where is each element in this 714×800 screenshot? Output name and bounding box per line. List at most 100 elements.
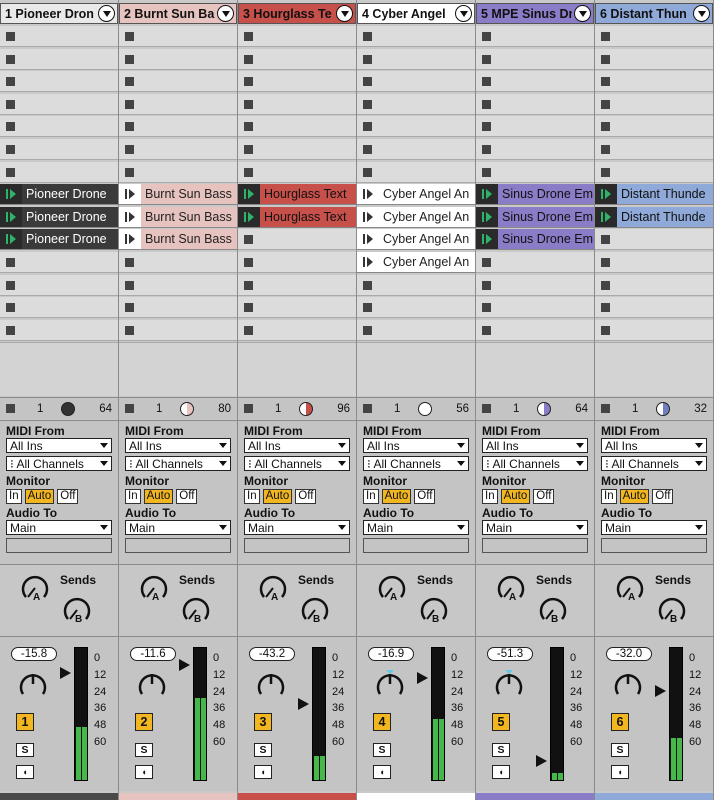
stop-button-icon[interactable] [601, 258, 610, 267]
clip-slot[interactable] [119, 93, 237, 115]
stop-button-icon[interactable] [6, 280, 15, 290]
stop-button-icon[interactable] [6, 99, 15, 109]
stop-all-icon[interactable] [6, 404, 15, 413]
clip-slot[interactable] [0, 93, 118, 115]
monitor-auto-button[interactable]: Auto [24, 489, 55, 504]
track-activator-button[interactable]: 3 [254, 713, 272, 731]
monitor-off-button[interactable]: Off [533, 489, 555, 504]
stop-button-icon[interactable] [125, 303, 134, 313]
stop-button-icon[interactable] [482, 303, 491, 313]
midi-from-select[interactable]: All Ins [363, 438, 469, 453]
stop-button-icon[interactable] [125, 54, 134, 64]
clip[interactable]: Burnt Sun Bass [119, 184, 237, 206]
stop-button-icon[interactable] [363, 54, 372, 64]
track-menu-chevron-icon[interactable] [693, 5, 710, 22]
stop-button-icon[interactable] [125, 99, 134, 109]
stop-button-icon[interactable] [363, 77, 372, 87]
clip[interactable]: Sinus Drone Em [476, 229, 594, 251]
clip-slot[interactable] [595, 116, 713, 138]
stop-button-icon[interactable] [244, 77, 253, 87]
clip-slot[interactable] [238, 274, 356, 296]
stop-button-icon[interactable] [6, 122, 15, 132]
clip-slot[interactable] [238, 252, 356, 273]
volume-fader-icon[interactable] [60, 667, 71, 679]
volume-fader-icon[interactable] [298, 698, 309, 711]
audio-to-select[interactable]: Main [6, 520, 112, 535]
monitor-off-button[interactable]: Off [295, 489, 317, 504]
stop-button-icon[interactable] [601, 325, 610, 335]
clip-launch-icon[interactable] [357, 206, 379, 227]
volume-readout[interactable]: -51.3 [487, 647, 533, 661]
clip-slot[interactable] [238, 26, 356, 47]
pan-knob[interactable] [256, 669, 286, 699]
arm-button[interactable]: ◖ [135, 765, 153, 779]
solo-button[interactable]: S [254, 743, 272, 757]
channel-select[interactable]: ⁝ All Channels [125, 456, 231, 471]
monitor-auto-button[interactable]: Auto [262, 489, 293, 504]
channel-select[interactable]: ⁝ All Channels [482, 456, 588, 471]
clip-slot[interactable] [476, 26, 594, 47]
stop-button-icon[interactable] [482, 258, 491, 267]
stop-button-icon[interactable] [6, 77, 15, 87]
stop-button-icon[interactable] [601, 303, 610, 313]
volume-fader-icon[interactable] [655, 685, 666, 698]
stop-button-icon[interactable] [244, 167, 253, 177]
arm-button[interactable]: ◖ [611, 765, 629, 779]
clip-launch-icon[interactable] [595, 184, 617, 205]
track-menu-chevron-icon[interactable] [217, 5, 234, 22]
stop-button-icon[interactable] [125, 280, 134, 290]
clip-slot[interactable] [476, 71, 594, 93]
clip-launch-icon[interactable] [119, 229, 141, 250]
monitor-off-button[interactable]: Off [414, 489, 436, 504]
stop-button-icon[interactable] [6, 303, 15, 313]
clip-slot[interactable] [119, 161, 237, 183]
volume-fader-icon[interactable] [417, 672, 428, 685]
audio-to-select[interactable]: Main [601, 520, 707, 535]
monitor-auto-button[interactable]: Auto [500, 489, 531, 504]
clip-slot[interactable] [0, 274, 118, 296]
track-activator-button[interactable]: 6 [611, 713, 629, 731]
volume-readout[interactable]: -43.2 [249, 647, 295, 661]
stop-button-icon[interactable] [244, 54, 253, 64]
clip-slot[interactable] [119, 116, 237, 138]
clip-slot[interactable] [476, 161, 594, 183]
clip-slot[interactable] [0, 161, 118, 183]
clip-slot[interactable] [238, 93, 356, 115]
clip-slot[interactable] [595, 139, 713, 160]
clip-slot[interactable] [238, 116, 356, 138]
volume-fader-icon[interactable] [536, 755, 547, 768]
clip-slot[interactable] [595, 93, 713, 115]
clip[interactable]: Cyber Angel An [357, 206, 475, 228]
clip-slot[interactable] [476, 139, 594, 160]
audio-to-select[interactable]: Main [244, 520, 350, 535]
volume-readout[interactable]: -11.6 [130, 647, 176, 661]
clip-slot[interactable] [476, 48, 594, 70]
clip-slot[interactable] [595, 297, 713, 319]
solo-button[interactable]: S [16, 743, 34, 757]
stop-button-icon[interactable] [125, 32, 134, 41]
midi-from-select[interactable]: All Ins [482, 438, 588, 453]
track-header[interactable]: 5 MPE Sinus Dr [476, 3, 594, 24]
clip-slot[interactable] [0, 71, 118, 93]
volume-readout[interactable]: -32.0 [606, 647, 652, 661]
clip-slot[interactable] [119, 26, 237, 47]
clip-slot[interactable] [595, 26, 713, 47]
solo-button[interactable]: S [135, 743, 153, 757]
audio-to-sub-select[interactable] [244, 538, 350, 553]
monitor-in-button[interactable]: In [6, 489, 22, 504]
clip-slot[interactable] [119, 139, 237, 160]
clip-launch-icon[interactable] [476, 229, 498, 250]
clip-slot[interactable] [476, 93, 594, 115]
stop-button-icon[interactable] [601, 99, 610, 109]
stop-button-icon[interactable] [601, 145, 610, 154]
clip-launch-icon[interactable] [238, 184, 260, 205]
clip-launch-icon[interactable] [476, 184, 498, 205]
track-menu-chevron-icon[interactable] [336, 5, 353, 22]
stop-button-icon[interactable] [482, 32, 491, 41]
clip-slot[interactable] [0, 297, 118, 319]
clip-slot[interactable] [0, 252, 118, 273]
clip-slot[interactable] [476, 319, 594, 341]
clip-slot[interactable] [476, 297, 594, 319]
stop-button-icon[interactable] [482, 54, 491, 64]
track-header[interactable]: 2 Burnt Sun Ba [119, 3, 237, 24]
